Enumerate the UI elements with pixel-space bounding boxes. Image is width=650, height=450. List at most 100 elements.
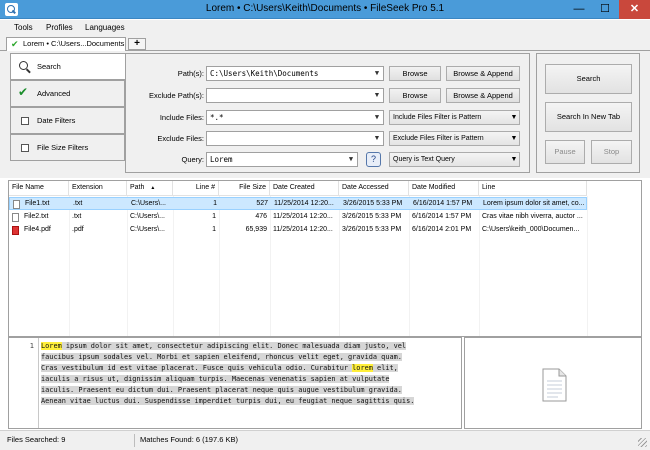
browse-exclude-paths-button[interactable]: Browse bbox=[389, 88, 441, 103]
column-divider bbox=[587, 196, 588, 336]
exclude-paths-input[interactable]: ▼ bbox=[206, 88, 384, 103]
include-filter-mode-value: Include Files Filter is Pattern bbox=[393, 114, 482, 121]
cell-line-number: 1 bbox=[212, 226, 216, 233]
menu-bar: Tools Profiles Languages bbox=[0, 20, 650, 36]
sidebar-item-label: Date Filters bbox=[37, 116, 76, 125]
table-row[interactable]: File1.txt .txt C:\Users\... 1 527 11/25/… bbox=[9, 197, 587, 210]
exclude-files-input[interactable]: ▼ bbox=[206, 131, 384, 146]
query-mode-select[interactable]: Query is Text Query ▼ bbox=[389, 152, 520, 167]
browse-paths-button[interactable]: Browse bbox=[389, 66, 441, 81]
maximize-button[interactable]: ☐ bbox=[592, 0, 618, 19]
chevron-down-icon[interactable]: ▼ bbox=[371, 111, 383, 124]
column-header-line-number[interactable]: Line # bbox=[173, 181, 219, 196]
query-value: Lorem bbox=[210, 155, 233, 164]
menu-profiles[interactable]: Profiles bbox=[46, 23, 73, 32]
column-header-extension[interactable]: Extension bbox=[69, 181, 127, 196]
search-icon bbox=[19, 61, 30, 72]
add-tab-button[interactable]: + bbox=[128, 38, 146, 50]
column-header-file-size[interactable]: File Size bbox=[219, 181, 270, 196]
cell-path: C:\Users\... bbox=[130, 226, 166, 233]
query-help-button[interactable]: ? bbox=[366, 152, 381, 167]
tab-search-lorem[interactable]: ✔ Lorem • C:\Users...Documents bbox=[6, 37, 126, 51]
sidebar-item-search[interactable]: Search bbox=[10, 53, 125, 80]
preview-text: Lorem ipsum dolor sit amet, consectetur … bbox=[41, 341, 459, 407]
column-header-file-name[interactable]: File Name bbox=[9, 181, 69, 196]
preview-line: Lorem ipsum dolor sit amet, consectetur … bbox=[41, 341, 459, 352]
chevron-down-icon: ▼ bbox=[510, 114, 518, 121]
search-button[interactable]: Search bbox=[545, 64, 632, 94]
chevron-down-icon: ▼ bbox=[510, 156, 518, 163]
line-number-gutter: 1 bbox=[9, 338, 39, 428]
sidebar-item-date-filters[interactable]: Date Filters bbox=[10, 107, 125, 134]
column-header-path[interactable]: Path ▲ bbox=[127, 181, 173, 196]
preview-text-segment: iaculis. Praesent eu dictum dui. Praesen… bbox=[41, 386, 402, 394]
preview-line: Cras vestibulum id est vitae placerat. F… bbox=[41, 363, 459, 374]
exclude-paths-label: Exclude Path(s): bbox=[148, 91, 204, 100]
sidebar-item-file-size-filters[interactable]: File Size Filters bbox=[10, 134, 125, 161]
column-header-date-accessed[interactable]: Date Accessed bbox=[339, 181, 409, 196]
line-number: 1 bbox=[29, 342, 34, 350]
query-input[interactable]: Lorem ▼ bbox=[206, 152, 358, 167]
chevron-down-icon[interactable]: ▼ bbox=[371, 132, 383, 145]
text-file-icon bbox=[13, 200, 20, 209]
column-header-date-created[interactable]: Date Created bbox=[270, 181, 339, 196]
preview-text-segment: Aenean vitae luctus dui. Suspendisse imp… bbox=[41, 397, 415, 405]
exclude-filter-mode-select[interactable]: Exclude Files Filter is Pattern ▼ bbox=[389, 131, 520, 146]
tab-strip: ✔ Lorem • C:\Users...Documents + bbox=[0, 36, 650, 51]
sidebar: Search ✔ Advanced Date Filters File Size… bbox=[10, 53, 125, 173]
checkbox-icon bbox=[21, 144, 29, 152]
column-header-line[interactable]: Line bbox=[479, 181, 587, 196]
search-in-new-tab-button[interactable]: Search In New Tab bbox=[545, 102, 632, 132]
actions-panel: Search Search In New Tab Pause Stop bbox=[536, 53, 640, 173]
match-highlight: lorem bbox=[352, 364, 373, 372]
preview-line: iaculis. Praesent eu dictum dui. Praesen… bbox=[41, 385, 459, 396]
browse-append-exclude-paths-button[interactable]: Browse & Append bbox=[446, 88, 520, 103]
cell-date-modified: 6/16/2014 2:01 PM bbox=[412, 226, 472, 233]
preview-text-segment: Cras vestibulum id est vitae placerat. F… bbox=[41, 364, 353, 372]
preview-line: iaculis a risus ut, dignissim aliquam tu… bbox=[41, 374, 459, 385]
cell-line: Cras vitae nibh viverra, auctor ... bbox=[482, 213, 583, 220]
title-bar: Lorem • C:\Users\Keith\Documents • FileS… bbox=[0, 0, 650, 19]
checked-checkbox-icon: ✔ bbox=[18, 85, 29, 99]
column-header-date-modified[interactable]: Date Modified bbox=[409, 181, 479, 196]
include-files-input[interactable]: *.* ▼ bbox=[206, 110, 384, 125]
cell-date-accessed: 3/26/2015 5:33 PM bbox=[342, 213, 402, 220]
file-thumbnail-panel bbox=[464, 337, 642, 429]
chevron-down-icon[interactable]: ▼ bbox=[371, 89, 383, 102]
include-files-value: *.* bbox=[210, 113, 224, 122]
paths-input[interactable]: C:\Users\Keith\Documents ▼ bbox=[206, 66, 384, 81]
pause-button[interactable]: Pause bbox=[545, 140, 585, 164]
cell-date-modified: 6/16/2014 1:57 PM bbox=[413, 200, 473, 207]
chevron-down-icon[interactable]: ▼ bbox=[371, 67, 383, 80]
preview-text-segment: faucibus ipsum sodales vel. Morbi et sap… bbox=[41, 353, 402, 361]
chevron-down-icon[interactable]: ▼ bbox=[345, 153, 357, 166]
cell-date-created: 11/25/2014 12:20... bbox=[273, 226, 333, 233]
table-row[interactable]: File4.pdf .pdf C:\Users\... 1 65,939 11/… bbox=[9, 224, 587, 237]
text-preview[interactable]: 1 Lorem ipsum dolor sit amet, consectetu… bbox=[8, 337, 462, 429]
cell-line: Lorem ipsum dolor sit amet, co... bbox=[483, 200, 585, 207]
match-highlight: Lorem bbox=[41, 342, 62, 350]
checkbox-icon bbox=[21, 117, 29, 125]
sidebar-item-label: Advanced bbox=[37, 89, 71, 98]
cell-file-size: 65,939 bbox=[245, 226, 267, 233]
stop-button[interactable]: Stop bbox=[591, 140, 632, 164]
include-filter-mode-select[interactable]: Include Files Filter is Pattern ▼ bbox=[389, 110, 520, 125]
preview-line: Aenean vitae luctus dui. Suspendisse imp… bbox=[41, 396, 459, 407]
menu-languages[interactable]: Languages bbox=[85, 23, 125, 32]
cell-line-number: 1 bbox=[213, 200, 217, 207]
minimize-button[interactable]: — bbox=[566, 0, 592, 19]
cell-path: C:\Users\... bbox=[131, 200, 167, 207]
results-table[interactable]: File Name Extension Path ▲ Line # File S… bbox=[8, 180, 642, 337]
sidebar-item-advanced[interactable]: ✔ Advanced bbox=[10, 80, 125, 107]
menu-tools[interactable]: Tools bbox=[14, 23, 33, 32]
table-row[interactable]: File2.txt .txt C:\Users\... 1 476 11/25/… bbox=[9, 211, 587, 224]
document-icon bbox=[542, 368, 567, 402]
preview-text-segment: ipsum dolor sit amet, consectetur adipis… bbox=[61, 342, 407, 350]
resize-grip-icon[interactable] bbox=[638, 438, 647, 447]
preview-line: faucibus ipsum sodales vel. Morbi et sap… bbox=[41, 352, 459, 363]
cell-line-number: 1 bbox=[212, 213, 216, 220]
close-button[interactable]: ✕ bbox=[619, 0, 650, 19]
cell-file-name: File4.pdf bbox=[24, 226, 51, 233]
browse-append-paths-button[interactable]: Browse & Append bbox=[446, 66, 520, 81]
cell-date-modified: 6/16/2014 1:57 PM bbox=[412, 213, 472, 220]
